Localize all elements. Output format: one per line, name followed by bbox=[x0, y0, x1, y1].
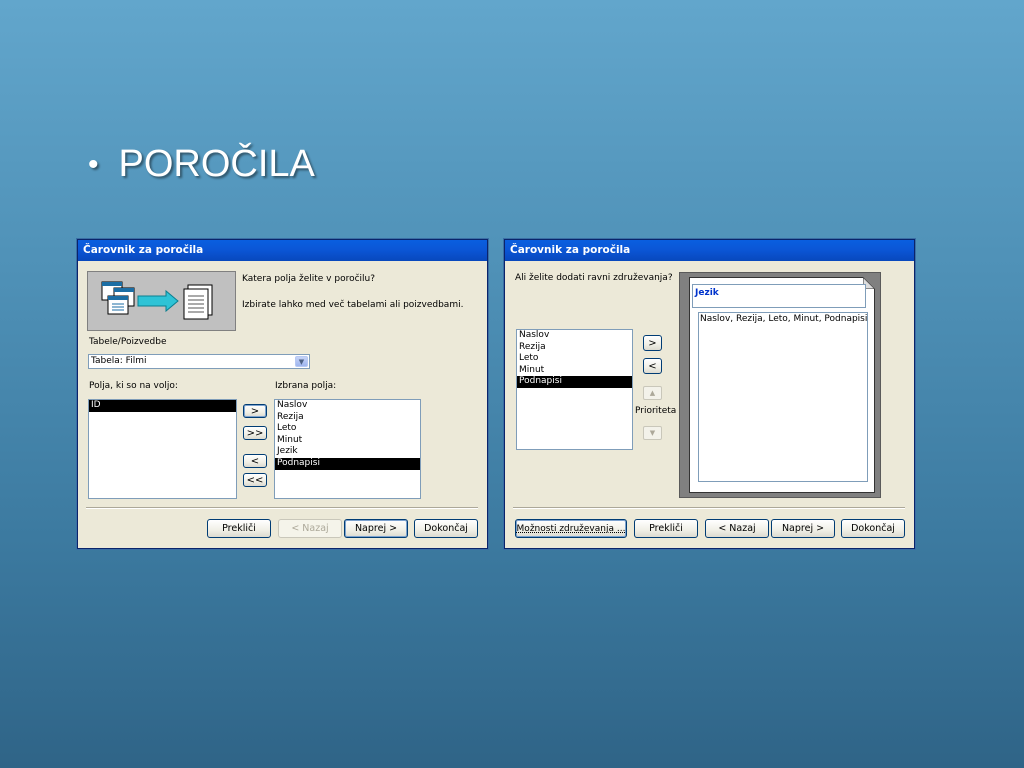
add-field-button[interactable]: > bbox=[243, 404, 267, 418]
slide-title-text: POROČILA bbox=[118, 143, 315, 185]
list-item[interactable]: Rezija bbox=[275, 412, 420, 424]
list-item[interactable]: Naslov bbox=[517, 330, 632, 342]
list-item[interactable]: Leto bbox=[517, 353, 632, 365]
next-button[interactable]: Naprej > bbox=[344, 519, 408, 538]
slide-title: • POROČILA bbox=[88, 143, 315, 186]
remove-field-button[interactable]: < bbox=[243, 454, 267, 468]
list-item[interactable]: ID bbox=[89, 400, 236, 412]
divider bbox=[86, 507, 478, 509]
priority-down-icon[interactable]: ▼ bbox=[643, 426, 662, 440]
wizard-illustration bbox=[87, 271, 236, 331]
back-button[interactable]: < Nazaj bbox=[705, 519, 769, 538]
report-wizard-dialog-grouping: Čarovnik za poročila Ali želite dodati r… bbox=[504, 239, 915, 549]
preview-page: Jezik Naslov, Rezija, Leto, Minut, Podna… bbox=[689, 277, 875, 493]
report-wizard-dialog-fields: Čarovnik za poročila Katera polja želite… bbox=[77, 239, 488, 549]
finish-button[interactable]: Dokončaj bbox=[841, 519, 905, 538]
list-item[interactable]: Jezik bbox=[275, 446, 420, 458]
detail-fields-box: Naslov, Rezija, Leto, Minut, Podnapisi bbox=[698, 312, 868, 482]
question-text: Ali želite dodati ravni združevanja? bbox=[515, 273, 673, 283]
selected-fields-list[interactable]: Naslov Rezija Leto Minut Jezik Podnapisi bbox=[274, 399, 421, 499]
list-item[interactable]: Minut bbox=[275, 435, 420, 447]
back-button[interactable]: < Nazaj bbox=[278, 519, 342, 538]
list-item[interactable]: Podnapisi bbox=[275, 457, 420, 470]
grouping-options-button[interactable]: Možnosti združevanja ... bbox=[515, 519, 627, 538]
remove-group-button[interactable]: < bbox=[643, 358, 662, 374]
available-fields-label: Polja, ki so na voljo: bbox=[89, 381, 178, 391]
bullet: • bbox=[88, 147, 99, 181]
cancel-button[interactable]: Prekliči bbox=[634, 519, 698, 538]
question-text: Katera polja želite v poročilu? bbox=[242, 274, 376, 284]
list-item[interactable]: Leto bbox=[275, 423, 420, 435]
chevron-down-icon[interactable]: ▼ bbox=[295, 356, 308, 367]
tables-to-report-icon bbox=[101, 281, 213, 320]
add-all-fields-button[interactable]: >> bbox=[243, 426, 267, 440]
next-button[interactable]: Naprej > bbox=[771, 519, 835, 538]
priority-label: Prioriteta bbox=[635, 406, 677, 416]
list-item[interactable]: Naslov bbox=[275, 400, 420, 412]
remove-all-fields-button[interactable]: << bbox=[243, 473, 267, 487]
available-fields-list[interactable]: ID bbox=[88, 399, 237, 499]
report-preview: Jezik Naslov, Rezija, Leto, Minut, Podna… bbox=[679, 272, 881, 498]
tables-select[interactable]: Tabela: Filmi ▼ bbox=[88, 354, 310, 369]
dialog-titlebar: Čarovnik za poročila bbox=[78, 240, 487, 261]
list-item[interactable]: Rezija bbox=[517, 342, 632, 354]
group-header-label: Jezik bbox=[695, 288, 719, 298]
add-group-button[interactable]: > bbox=[643, 335, 662, 351]
group-header-box: Jezik bbox=[692, 284, 866, 308]
tables-label: Tabele/Poizvedbe bbox=[89, 337, 167, 347]
priority-up-icon[interactable]: ▲ bbox=[643, 386, 662, 400]
selected-fields-label: Izbrana polja: bbox=[275, 381, 337, 391]
tables-select-value: Tabela: Filmi bbox=[91, 356, 147, 366]
hint-text: Izbirate lahko med več tabelami ali poiz… bbox=[242, 300, 464, 310]
list-item[interactable]: Minut bbox=[517, 365, 632, 377]
divider bbox=[513, 507, 905, 509]
cancel-button[interactable]: Prekliči bbox=[207, 519, 271, 538]
detail-fields-label: Naslov, Rezija, Leto, Minut, Podnapisi bbox=[700, 314, 868, 324]
finish-button[interactable]: Dokončaj bbox=[414, 519, 478, 538]
list-item[interactable]: Podnapisi bbox=[517, 376, 632, 388]
dialog-titlebar: Čarovnik za poročila bbox=[505, 240, 914, 261]
grouping-fields-list[interactable]: Naslov Rezija Leto Minut Podnapisi bbox=[516, 329, 633, 450]
